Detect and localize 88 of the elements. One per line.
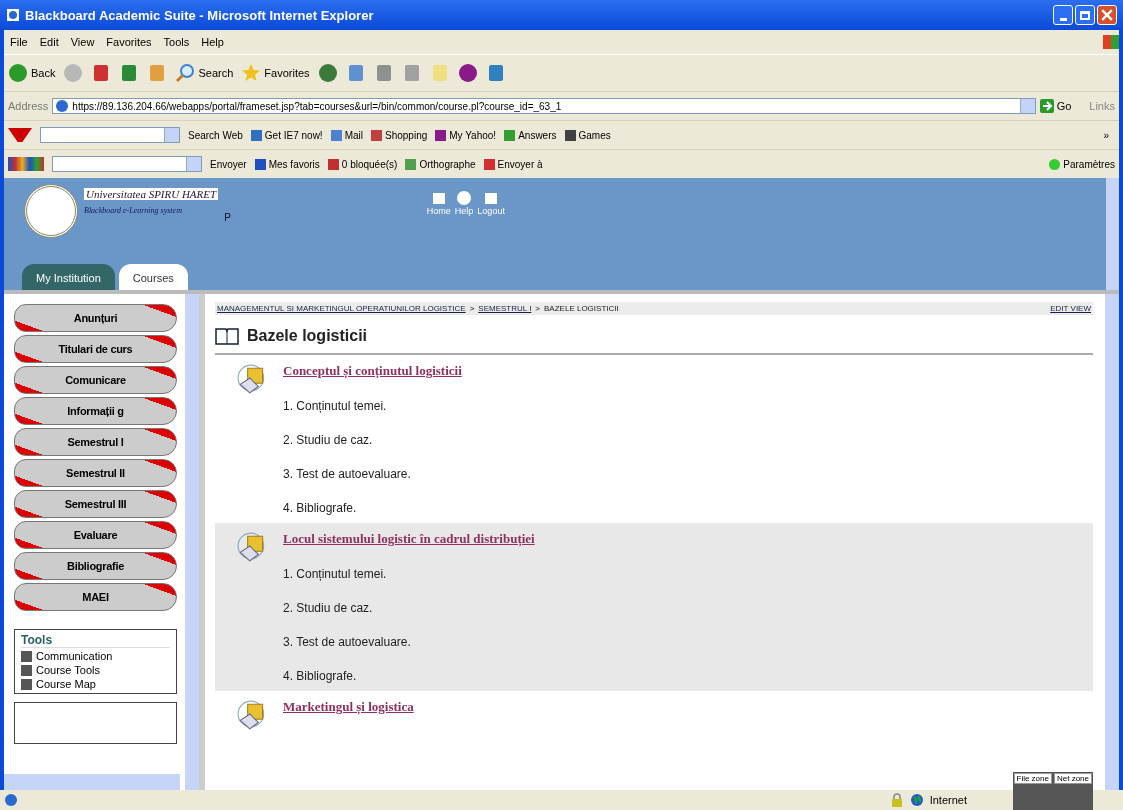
toolbar-button[interactable]: 0 bloquée(s) — [327, 158, 398, 170]
toolbar-button[interactable]: Mail — [330, 129, 363, 141]
breadcrumb-current: BAZELE LOGISTICII — [544, 304, 619, 313]
toolbar-button[interactable]: Games — [564, 129, 611, 141]
scrollbar[interactable] — [1105, 294, 1119, 790]
menu-item[interactable]: Favorites — [106, 36, 152, 48]
help-icon — [456, 190, 473, 206]
address-label: Address — [8, 100, 49, 112]
breadcrumb-link[interactable]: MANAGEMENTUL SI MARKETINGUL OPERATIUNILOR LOGISTICE — [217, 304, 466, 313]
content-text: 4. Bibliografe. — [283, 501, 357, 515]
tools-heading: Tools — [21, 633, 170, 648]
search-icon — [175, 63, 196, 83]
content-link[interactable]: Marketingul și logistica — [283, 699, 414, 715]
security-zone: Internet — [929, 794, 967, 806]
menu-item[interactable]: View — [70, 36, 95, 48]
breadcrumb-separator: > — [535, 304, 541, 313]
tools-link[interactable]: Communication — [21, 650, 170, 662]
university-name: Universitatea SPIRU HARET — [84, 188, 219, 200]
breadcrumb-separator: > — [469, 304, 475, 313]
course-menu-button[interactable]: Semestrul II — [14, 459, 177, 487]
tools-link[interactable]: Course Tools — [21, 664, 170, 676]
go-button[interactable]: Go — [1039, 99, 1086, 113]
tab[interactable]: Courses — [118, 264, 188, 290]
toolbar-button[interactable]: Favorites — [241, 63, 310, 83]
search-input-field[interactable] — [52, 156, 202, 172]
arrow-icon — [1039, 99, 1054, 113]
globe-icon — [909, 793, 924, 807]
breadcrumb-link[interactable]: SEMESTRUL I — [478, 304, 532, 313]
content-text: 3. Test de autoevaluare. — [283, 467, 411, 481]
menu-item[interactable]: Help — [201, 36, 224, 48]
content-text: 3. Test de autoevaluare. — [283, 635, 411, 649]
system-subtitle: Blackboard e-Learning system — [84, 206, 183, 215]
scrollbar[interactable] — [1106, 178, 1119, 290]
edit-view-link[interactable]: EDIT VIEW — [1050, 304, 1091, 313]
menu-item[interactable]: File — [10, 36, 28, 48]
content-text: 2. Studiu de caz. — [283, 601, 373, 615]
content-text: 2. Studiu de caz. — [283, 433, 373, 447]
dropdown-icon — [164, 128, 179, 142]
content-text: 4. Bibliografe. — [283, 669, 357, 683]
send-button[interactable]: Envoyer — [210, 158, 247, 170]
tools-link[interactable]: Course Map — [21, 678, 170, 690]
scrollbar[interactable] — [4, 774, 180, 790]
window-title: Blackboard Academic Suite - Microsoft Internet Explorer — [25, 7, 374, 23]
header-letter: P — [224, 212, 231, 223]
lock-icon — [889, 793, 904, 807]
close-button[interactable] — [1097, 5, 1117, 25]
course-menu-button[interactable]: Titulari de curs — [14, 335, 177, 363]
browser-icon — [6, 8, 20, 22]
search-web-button[interactable]: Search Web — [188, 129, 243, 141]
toolbar-button[interactable]: Envoyer à — [483, 158, 543, 170]
minimize-button[interactable] — [1053, 5, 1073, 25]
book-icon — [215, 327, 239, 345]
menu-item[interactable]: Tools — [163, 36, 190, 48]
scrollbar[interactable] — [185, 294, 199, 790]
maximize-button[interactable] — [1075, 5, 1095, 25]
zone-label: File zone — [1013, 773, 1052, 784]
search-input-field[interactable] — [40, 127, 180, 143]
toolbar-button[interactable]: Orthographe — [405, 158, 476, 170]
tab[interactable]: My Institution — [22, 264, 115, 290]
settings-button[interactable]: Paramètres — [1049, 158, 1119, 170]
more-button[interactable]: » — [1103, 129, 1119, 141]
toolbar-button[interactable]: Get IE7 now! — [250, 129, 323, 141]
dropdown-icon — [1019, 99, 1035, 113]
toolbar-button[interactable]: Mes favoris — [254, 158, 320, 170]
star-icon — [241, 63, 262, 83]
course-menu-button[interactable]: MAEI — [14, 583, 177, 611]
content-text: 1. Conținutul temei. — [283, 567, 387, 581]
toolbar-button[interactable]: Answers — [504, 129, 557, 141]
address-field[interactable]: https://89.136.204.66/webapps/portal/frameset.jsp?tab=courses&url=/bin/common/course.pl?course_id=_63_1 — [52, 98, 1036, 114]
toolbar-button[interactable]: My Yahoo! — [435, 129, 497, 141]
toolbar-button[interactable]: Back — [8, 63, 56, 83]
course-menu-button[interactable]: Informații g — [14, 397, 177, 425]
menu-item[interactable]: Edit — [39, 36, 59, 48]
course-menu-button[interactable]: Semestrul I — [14, 428, 177, 456]
course-menu-button[interactable]: Evaluare — [14, 521, 177, 549]
page-title: Bazele logisticii — [247, 327, 368, 345]
course-menu-button[interactable]: Bibliografie — [14, 552, 177, 580]
zone-label: Net zone — [1053, 773, 1092, 784]
toolbar-button[interactable]: Search — [175, 63, 234, 83]
content-link[interactable]: Locul sistemului logistic în cadrul distribuției — [283, 531, 535, 547]
dropdown-icon — [186, 157, 201, 171]
course-menu-button[interactable]: Semestrul III — [14, 490, 177, 518]
content-link[interactable]: Conceptul și conținutul logisticii — [283, 363, 462, 379]
course-menu-button[interactable]: Anunțuri — [14, 304, 177, 332]
toolbar-button[interactable]: Shopping — [371, 129, 428, 141]
course-menu-button[interactable]: Comunicare — [14, 366, 177, 394]
university-seal-icon — [24, 184, 78, 238]
content-text: 1. Conținutul temei. — [283, 399, 387, 413]
